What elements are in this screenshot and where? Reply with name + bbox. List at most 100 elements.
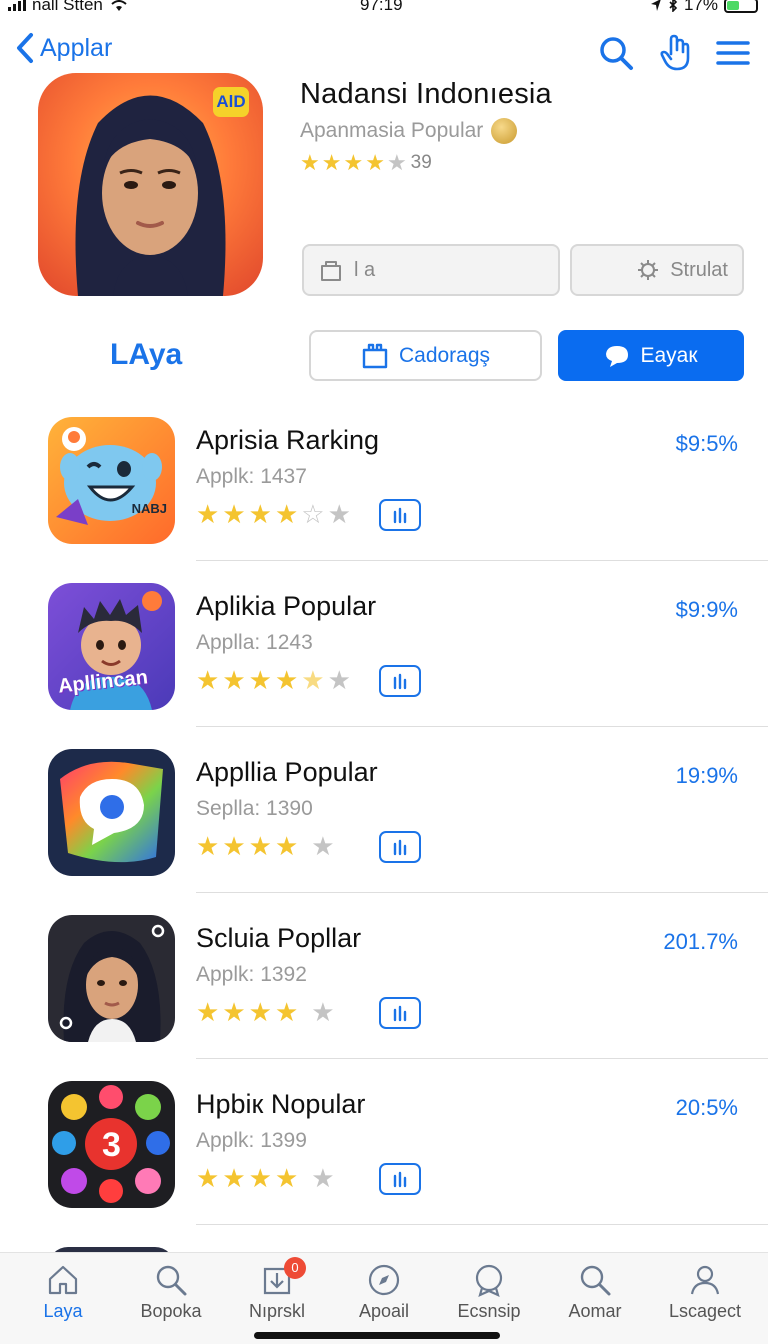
tab-search[interactable]: Bopoka bbox=[116, 1263, 226, 1322]
item-title: Scluia Popllar bbox=[196, 923, 362, 953]
back-label: Applar bbox=[40, 33, 113, 62]
star-icon: ★ bbox=[274, 499, 299, 529]
item-value: 19:9% bbox=[675, 763, 738, 788]
app-hero-icon: AlD bbox=[38, 73, 263, 296]
person-icon bbox=[690, 1265, 720, 1295]
hand-icon[interactable] bbox=[660, 34, 690, 72]
item-subtitle: Seplla: 1390 bbox=[196, 797, 313, 820]
notification-badge: 0 bbox=[284, 1257, 306, 1279]
star-icon: ★ bbox=[327, 665, 351, 695]
tab-home[interactable]: Laya bbox=[8, 1263, 118, 1322]
list-item[interactable]: NABJ Aprisia Rarking Applk: 1437 ★ ★ ★ ★… bbox=[0, 395, 768, 561]
star-rating: ★ ★ ★ ★ ★ bbox=[196, 1165, 335, 1191]
nav-bar: Applar bbox=[0, 28, 768, 74]
bag-icon bbox=[393, 839, 407, 856]
tab-downloads[interactable]: 0 Nıprskl bbox=[222, 1257, 332, 1322]
star-icon: ★ bbox=[196, 997, 220, 1027]
get-button[interactable] bbox=[379, 499, 421, 531]
list-item[interactable]: Appllia Popular Seplla: 1390 ★ ★ ★ ★ ★ 1… bbox=[0, 727, 768, 893]
star-icon: ★ bbox=[248, 831, 272, 861]
star-icon: ★ bbox=[386, 150, 407, 175]
hero-button-2-label: Strulat bbox=[670, 258, 728, 281]
tab-label: Aomar bbox=[568, 1301, 622, 1321]
item-value: $9:5% bbox=[675, 431, 738, 456]
bag-icon bbox=[321, 261, 341, 281]
star-icon: ★ bbox=[196, 665, 220, 695]
rating-count: 39 bbox=[410, 152, 432, 173]
star-icon: ★ bbox=[222, 665, 246, 695]
portrait-image bbox=[59, 924, 165, 1042]
tab-label: Lscagect bbox=[668, 1301, 742, 1321]
star-icon: ★ bbox=[248, 665, 272, 695]
hero-button-1-label: l a bbox=[354, 258, 376, 281]
hero-button-1[interactable]: l a bbox=[302, 244, 560, 296]
star-icon: ★ bbox=[274, 831, 299, 861]
mascot-image bbox=[56, 427, 162, 525]
search-icon[interactable] bbox=[598, 35, 634, 71]
bluetooth-icon bbox=[669, 0, 678, 12]
tab-badge[interactable]: Ecsnsip bbox=[434, 1263, 544, 1322]
star-icon: ★ bbox=[365, 150, 385, 175]
tab-label: Laya bbox=[43, 1301, 83, 1321]
hero-button-2[interactable]: Strulat bbox=[570, 244, 744, 296]
signal-icon bbox=[8, 0, 26, 11]
item-subtitle: Applk: 1437 bbox=[196, 465, 307, 488]
app-badge: AlD bbox=[213, 87, 249, 117]
item-title: Hpbiк Nopular bbox=[196, 1089, 366, 1119]
star-half-icon: ☆ bbox=[301, 499, 325, 529]
primary-action-label: Eayaк bbox=[640, 343, 698, 367]
list-item[interactable]: 3 Hpbiк Nopular Applk: 1399 ★ ★ ★ ★ ★ 20… bbox=[0, 1059, 768, 1225]
list-item[interactable]: Apllincan Aplikia Popular Applla: 1243 ★… bbox=[0, 561, 768, 727]
app-icon-text: 3 bbox=[102, 1126, 121, 1164]
list-item[interactable]: Scluia Popllar Applk: 1392 ★ ★ ★ ★ ★ 201… bbox=[0, 893, 768, 1059]
tab-search-2[interactable]: Aomar bbox=[540, 1263, 650, 1322]
status-time: 97:19 bbox=[360, 0, 403, 14]
item-title: Aplikia Popular bbox=[196, 591, 377, 621]
categories-button-label: Cadoragş bbox=[398, 343, 491, 367]
bag-icon bbox=[393, 507, 407, 524]
item-value: 20:5% bbox=[675, 1095, 738, 1120]
compass-icon bbox=[368, 1264, 400, 1296]
star-icon: ★ bbox=[327, 499, 351, 529]
app-icon: NABJ bbox=[48, 417, 175, 544]
get-button[interactable] bbox=[379, 831, 421, 863]
tab-profile[interactable]: Lscagect bbox=[650, 1263, 760, 1322]
app-subtitle-row: Apanmasia Popular bbox=[300, 118, 518, 144]
categories-button[interactable]: Cadoragş bbox=[309, 330, 542, 381]
star-icon: ★ bbox=[311, 1163, 335, 1193]
item-title: Aprisia Rarking bbox=[196, 425, 380, 455]
location-icon bbox=[650, 0, 661, 11]
app-title: Nadansi Indonıesia bbox=[300, 78, 552, 110]
app-list: NABJ Aprisia Rarking Applk: 1437 ★ ★ ★ ★… bbox=[0, 395, 768, 1287]
status-bar: nall Stten 97:19 17% bbox=[0, 0, 768, 16]
star-icon: ★ bbox=[196, 499, 220, 529]
get-button[interactable] bbox=[379, 665, 421, 697]
item-subtitle: Applk: 1392 bbox=[196, 963, 307, 986]
tab-compass[interactable]: Apoail bbox=[329, 1263, 439, 1322]
get-button[interactable] bbox=[379, 1163, 421, 1195]
star-rating: ★ ★ ★ ★ ★ bbox=[300, 152, 407, 174]
carrier-label: nall Stten bbox=[32, 0, 103, 14]
primary-action-button[interactable]: Eayaк bbox=[558, 330, 744, 381]
star-icon: ★ bbox=[248, 1163, 272, 1193]
menu-icon[interactable] bbox=[716, 39, 750, 67]
item-value: $9:9% bbox=[675, 597, 738, 622]
item-subtitle: Applk: 1399 bbox=[196, 1129, 307, 1152]
app-subtitle: Apanmasia Popular bbox=[300, 119, 484, 142]
bag-icon bbox=[393, 673, 407, 690]
search-icon bbox=[156, 1265, 187, 1296]
star-icon: ★ bbox=[222, 499, 246, 529]
bag-icon bbox=[362, 343, 388, 368]
app-icon bbox=[48, 749, 175, 876]
star-icon: ★ bbox=[274, 1163, 299, 1193]
star-icon: ★ bbox=[311, 831, 335, 861]
app-icon: Apllincan bbox=[48, 583, 175, 710]
back-button[interactable]: Applar bbox=[16, 32, 112, 64]
star-icon: ★ bbox=[196, 831, 220, 861]
star-icon: ★ bbox=[274, 997, 299, 1027]
status-right: 17% bbox=[650, 0, 758, 15]
badge-icon bbox=[475, 1264, 503, 1297]
bag-icon bbox=[393, 1171, 407, 1188]
search-icon bbox=[580, 1265, 611, 1296]
get-button[interactable] bbox=[379, 997, 421, 1029]
